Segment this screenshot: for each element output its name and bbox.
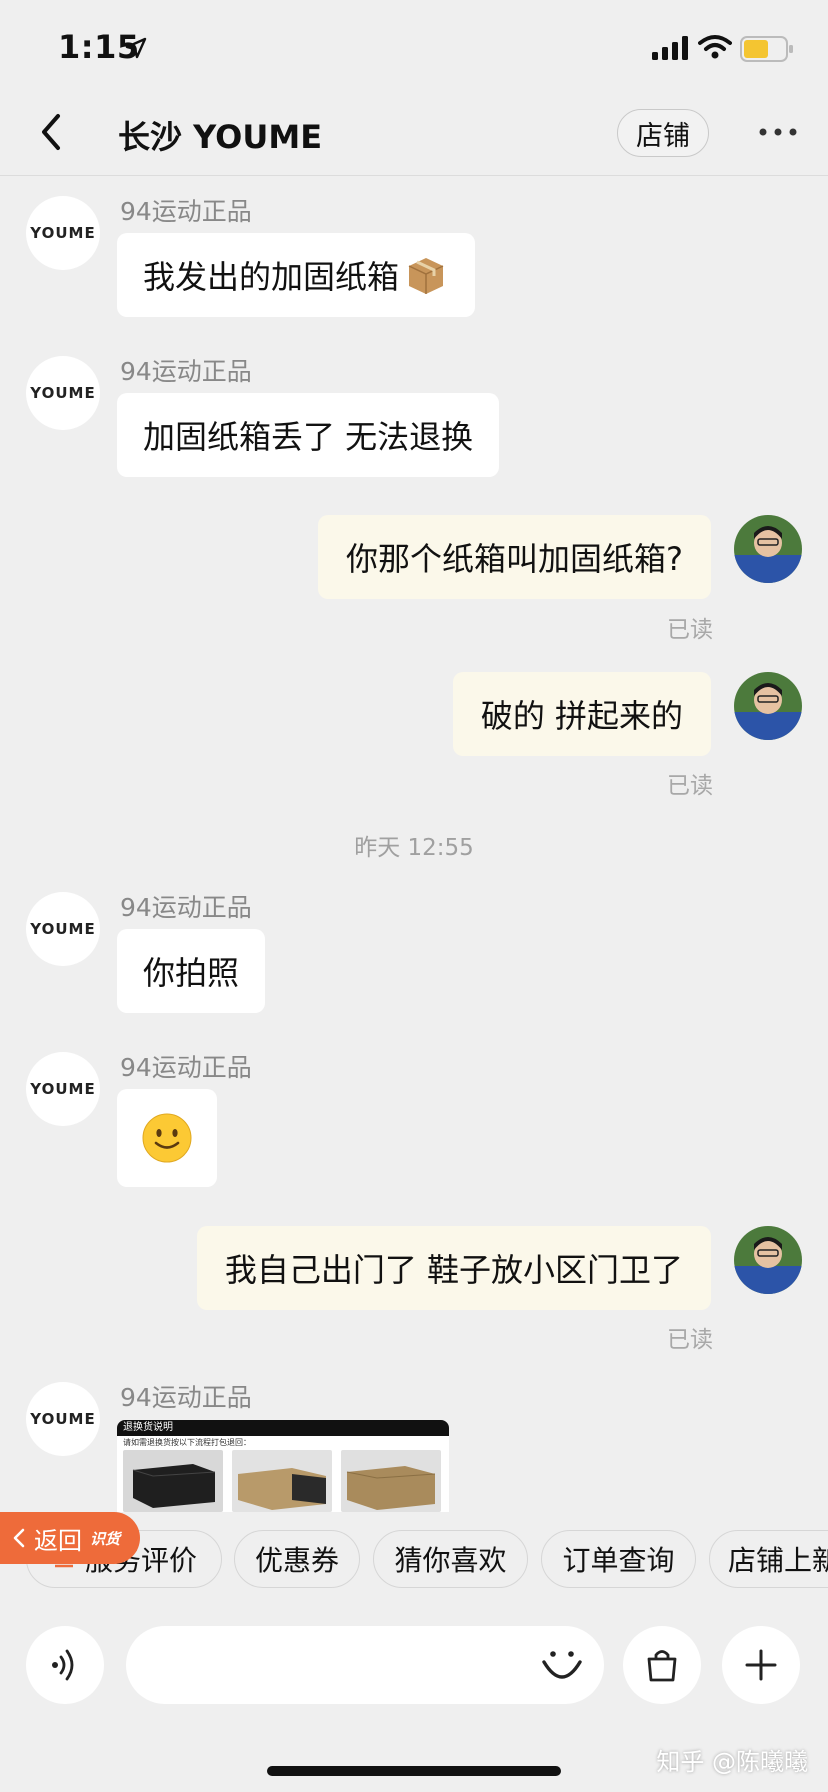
user-avatar-image bbox=[734, 672, 802, 740]
chip-store-new[interactable]: 店铺上新 bbox=[709, 1530, 828, 1588]
cellular-signal-icon bbox=[652, 36, 688, 60]
user-avatar[interactable] bbox=[734, 672, 802, 740]
image-message-subtitle: 请如需退换货按以下流程打包退回： bbox=[123, 1438, 251, 1447]
message-text: 你那个纸箱叫加固纸箱? bbox=[346, 540, 683, 578]
return-float-button[interactable]: 返回 识货 bbox=[0, 1512, 140, 1564]
message-bubble-outgoing[interactable]: 破的 拼起来的 bbox=[452, 672, 711, 756]
sender-name: 94运动正品 bbox=[120, 893, 252, 922]
user-avatar[interactable] bbox=[734, 515, 802, 583]
voice-wave-icon bbox=[52, 1649, 74, 1681]
battery-icon bbox=[740, 36, 793, 62]
input-bar: 知乎 @陈曦曦 bbox=[0, 1612, 828, 1792]
status-bar: 1:15 bbox=[0, 0, 828, 100]
message-text: 我发出的加固纸箱 bbox=[143, 258, 400, 296]
message-text: 你拍照 bbox=[143, 954, 240, 992]
back-chevron-icon bbox=[13, 1528, 25, 1548]
back-chevron-icon[interactable] bbox=[34, 112, 68, 152]
voice-button[interactable] bbox=[26, 1626, 104, 1704]
cardboard-box-photo bbox=[232, 1450, 332, 1512]
message-bubble-incoming[interactable]: 加固纸箱丢了 无法退换 bbox=[117, 393, 500, 477]
sender-name: 94运动正品 bbox=[120, 197, 252, 226]
message-input[interactable] bbox=[126, 1626, 604, 1704]
shop-bag-button[interactable] bbox=[623, 1626, 701, 1704]
app-badge: 识货 bbox=[90, 1529, 121, 1548]
store-button[interactable]: 店铺 bbox=[617, 109, 709, 157]
chip-order-query[interactable]: 订单查询 bbox=[541, 1530, 696, 1588]
shop-avatar[interactable]: YOUME bbox=[26, 1382, 100, 1456]
read-receipt: 已读 bbox=[667, 617, 713, 643]
chat-title: 长沙 YOUME bbox=[118, 118, 323, 156]
sender-name: 94运动正品 bbox=[120, 1383, 252, 1412]
shop-avatar[interactable]: YOUME bbox=[26, 892, 100, 966]
image-message[interactable]: 退换货说明 请如需退换货按以下流程打包退回： bbox=[117, 1420, 449, 1512]
sealed-cardboard-box-photo bbox=[341, 1450, 441, 1512]
message-bubble-incoming[interactable]: 我发出的加固纸箱 bbox=[117, 233, 476, 317]
sender-name: 94运动正品 bbox=[120, 357, 252, 386]
watermark: 知乎 @陈曦曦 bbox=[656, 1748, 808, 1776]
wifi-icon bbox=[698, 35, 732, 59]
location-arrow-icon bbox=[125, 37, 147, 59]
home-indicator bbox=[267, 1766, 561, 1776]
chip-guess-you-like[interactable]: 猜你喜欢 bbox=[373, 1530, 528, 1588]
user-avatar[interactable] bbox=[734, 1226, 802, 1294]
black-shoebox-photo bbox=[123, 1450, 223, 1512]
chip-coupon[interactable]: 优惠券 bbox=[234, 1530, 360, 1588]
user-avatar-image bbox=[734, 515, 802, 583]
return-label: 返回 bbox=[34, 1526, 82, 1555]
shop-avatar[interactable]: YOUME bbox=[26, 356, 100, 430]
shop-avatar[interactable]: YOUME bbox=[26, 1052, 100, 1126]
chat-header: 长沙 YOUME 店铺 bbox=[0, 100, 828, 176]
message-bubble-incoming[interactable] bbox=[117, 1089, 217, 1187]
message-bubble-outgoing[interactable]: 你那个纸箱叫加固纸箱? bbox=[318, 515, 711, 599]
emoji-button-icon[interactable] bbox=[536, 1640, 588, 1692]
smile-emoji-icon bbox=[142, 1113, 192, 1163]
user-avatar-image bbox=[734, 1226, 802, 1294]
message-bubble-incoming[interactable]: 你拍照 bbox=[117, 929, 266, 1013]
package-box-emoji-icon bbox=[408, 258, 444, 294]
message-text: 加固纸箱丢了 无法退换 bbox=[143, 418, 474, 456]
read-receipt: 已读 bbox=[667, 773, 713, 799]
image-message-title: 退换货说明 bbox=[117, 1420, 449, 1436]
time-divider: 昨天 12:55 bbox=[354, 835, 474, 861]
shopping-bag-icon bbox=[647, 1650, 677, 1682]
message-text: 破的 拼起来的 bbox=[480, 697, 683, 735]
plus-icon bbox=[745, 1649, 777, 1681]
sender-name: 94运动正品 bbox=[120, 1053, 252, 1082]
message-text: 我自己出门了 鞋子放小区门卫了 bbox=[224, 1251, 683, 1289]
shop-avatar[interactable]: YOUME bbox=[26, 196, 100, 270]
read-receipt: 已读 bbox=[667, 1327, 713, 1353]
message-bubble-outgoing[interactable]: 我自己出门了 鞋子放小区门卫了 bbox=[196, 1226, 711, 1310]
more-plus-button[interactable] bbox=[722, 1626, 800, 1704]
more-dots-icon[interactable] bbox=[758, 122, 798, 142]
